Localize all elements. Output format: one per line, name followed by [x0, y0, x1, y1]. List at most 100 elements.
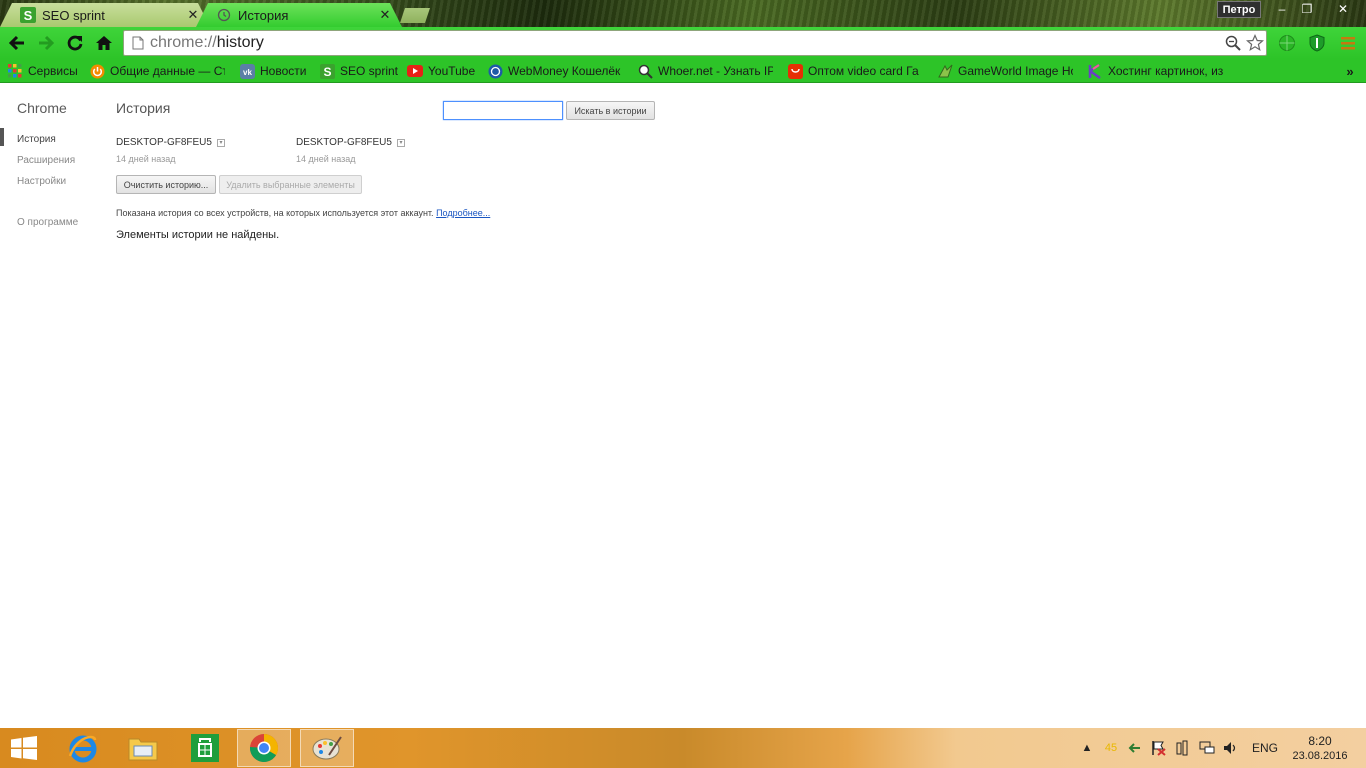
bookmark-youtube[interactable]: YouTube — [407, 62, 479, 80]
empty-history-message: Элементы истории не найдены. — [116, 229, 280, 241]
svg-text:S: S — [24, 8, 33, 23]
apps-grid-icon — [7, 63, 23, 79]
bookmark-gameworld[interactable]: GameWorld Image Ho — [937, 62, 1073, 80]
bookmark-label: Whoer.net - Узнать IP — [658, 64, 773, 78]
bookmark-label: Общие данные — Ст — [110, 64, 225, 78]
bookmark-seo-sprint[interactable]: S SEO sprint — [319, 62, 399, 80]
bookmark-label: Оптом video card Га — [808, 64, 919, 78]
show-hidden-icons-chevron-icon[interactable]: ▲ — [1081, 740, 1093, 756]
tab-history[interactable]: История ✕ — [196, 3, 402, 27]
bookmark-whoer[interactable]: Whoer.net - Узнать IP — [637, 62, 773, 80]
windows-taskbar: ▲ 45 ENG 8:20 23.08.2016 — [0, 728, 1366, 768]
paint-icon[interactable] — [300, 729, 354, 767]
new-tab-button[interactable] — [400, 8, 430, 23]
action-center-flag-icon[interactable] — [1150, 740, 1166, 756]
bookmark-shared-data[interactable]: Общие данные — Ст — [89, 62, 225, 80]
page-icon — [126, 31, 150, 55]
bookmark-services[interactable]: Сервисы — [7, 62, 79, 80]
bookmark-label: SEO sprint — [340, 64, 399, 78]
bookmark-label: Новости — [260, 64, 307, 78]
browser-toolbar: chrome://history — [0, 27, 1366, 59]
page-title: История — [116, 100, 171, 116]
power-plug-icon[interactable] — [1174, 740, 1190, 756]
sync-info-text: Показана история со всех устройств, на к… — [116, 208, 490, 218]
file-explorer-icon[interactable] — [116, 729, 170, 767]
bookmark-webmoney[interactable]: WebMoney Кошелёк — [487, 62, 621, 80]
address-text[interactable]: chrome://history — [150, 34, 1222, 52]
clock-date[interactable]: 23.08.2016 — [1290, 750, 1350, 762]
bookmark-hosting[interactable]: Хостинг картинок, из — [1087, 62, 1223, 80]
delete-selected-button[interactable]: Удалить выбранные элементы — [219, 175, 362, 194]
bookmark-label: Хостинг картинок, из — [1108, 64, 1223, 78]
sidebar-item-settings[interactable]: Настройки — [17, 176, 66, 187]
device-menu-icon[interactable]: ▾ — [216, 138, 225, 147]
sync-info-message: Показана история со всех устройств, на к… — [116, 208, 434, 218]
sidebar-item-extensions[interactable]: Расширения — [17, 155, 75, 166]
shield-extension-icon[interactable] — [1306, 32, 1328, 54]
clock-time[interactable]: 8:20 — [1300, 734, 1340, 748]
volume-icon[interactable] — [1223, 740, 1239, 756]
globe-extension-icon[interactable] — [1276, 32, 1298, 54]
address-bar[interactable]: chrome://history — [123, 30, 1267, 56]
device-name: DESKTOP-GF8FEU5 — [296, 137, 392, 148]
bookmark-label: YouTube — [428, 64, 476, 78]
search-history-button[interactable]: Искать в истории — [566, 101, 655, 120]
svg-text:vk: vk — [243, 68, 252, 77]
gameworld-icon — [937, 63, 953, 79]
sidebar-active-marker — [0, 128, 4, 146]
forward-arrow-icon[interactable] — [34, 31, 58, 55]
internet-explorer-icon[interactable] — [56, 729, 110, 767]
seo-sprint-icon: S — [319, 63, 335, 79]
home-icon[interactable] — [92, 31, 116, 55]
history-search-input[interactable] — [443, 101, 563, 120]
maximize-button[interactable]: ❐ — [1294, 0, 1320, 18]
vk-icon: vk — [239, 63, 255, 79]
close-window-button[interactable]: ✕ — [1320, 0, 1366, 18]
bookmark-opt-video-card[interactable]: Оптом video card Га — [787, 62, 923, 80]
history-page: Chrome История Расширения Настройки О пр… — [0, 84, 1366, 728]
chrome-icon[interactable] — [237, 729, 291, 767]
back-arrow-icon[interactable] — [5, 31, 29, 55]
seo-sprint-favicon-icon: S — [20, 7, 36, 23]
bookmark-label: WebMoney Кошелёк — [508, 64, 621, 78]
history-clock-icon — [216, 7, 232, 23]
bookmark-label: GameWorld Image Ho — [958, 64, 1073, 78]
windows-start-icon[interactable] — [8, 734, 40, 762]
tray-counter[interactable]: 45 — [1103, 740, 1119, 756]
tab-close-icon[interactable]: ✕ — [378, 7, 392, 23]
tab-title: SEO sprint — [42, 7, 105, 23]
network-icon[interactable] — [1198, 740, 1216, 756]
learn-more-link[interactable]: Подробнее... — [436, 208, 490, 218]
webmoney-icon — [487, 63, 503, 79]
aliexpress-icon — [787, 63, 803, 79]
window-titlebar: S SEO sprint ✕ История ✕ Петро ‒ ❐ ✕ — [0, 0, 1366, 27]
reload-icon[interactable] — [63, 31, 87, 55]
sidebar-item-about[interactable]: О программе — [17, 217, 78, 228]
device-header: DESKTOP-GF8FEU5 ▾ — [296, 137, 405, 148]
device-name: DESKTOP-GF8FEU5 — [116, 137, 212, 148]
url-path: history — [216, 34, 264, 51]
svg-text:S: S — [323, 65, 331, 79]
device-time: 14 дней назад — [296, 154, 356, 164]
store-icon[interactable] — [178, 729, 232, 767]
bookmark-star-icon[interactable] — [1244, 32, 1266, 54]
clear-history-button[interactable]: Очистить историю... — [116, 175, 216, 194]
bookmarks-bar: Сервисы Общие данные — Ст vk Новости S S… — [0, 59, 1366, 83]
minimize-button[interactable]: ‒ — [1270, 0, 1294, 18]
hosting-icon — [1087, 63, 1103, 79]
tray-arrow-icon[interactable] — [1127, 740, 1141, 756]
tab-close-icon[interactable]: ✕ — [186, 7, 200, 23]
bookmark-news[interactable]: vk Новости — [239, 62, 309, 80]
bookmark-label: Сервисы — [28, 64, 78, 78]
device-menu-icon[interactable]: ▾ — [396, 138, 405, 147]
tab-seo-sprint[interactable]: S SEO sprint ✕ — [0, 3, 210, 27]
profile-button[interactable]: Петро — [1217, 1, 1261, 18]
sidebar-brand: Chrome — [17, 100, 67, 116]
menu-hamburger-icon[interactable] — [1337, 32, 1359, 54]
sidebar-item-history[interactable]: История — [17, 134, 56, 145]
zoom-icon[interactable] — [1222, 32, 1244, 54]
input-language-indicator[interactable]: ENG — [1252, 741, 1278, 755]
bookmarks-overflow-chevron-icon[interactable]: » — [1342, 62, 1358, 80]
magnifier-icon — [637, 63, 653, 79]
youtube-icon — [407, 63, 423, 79]
